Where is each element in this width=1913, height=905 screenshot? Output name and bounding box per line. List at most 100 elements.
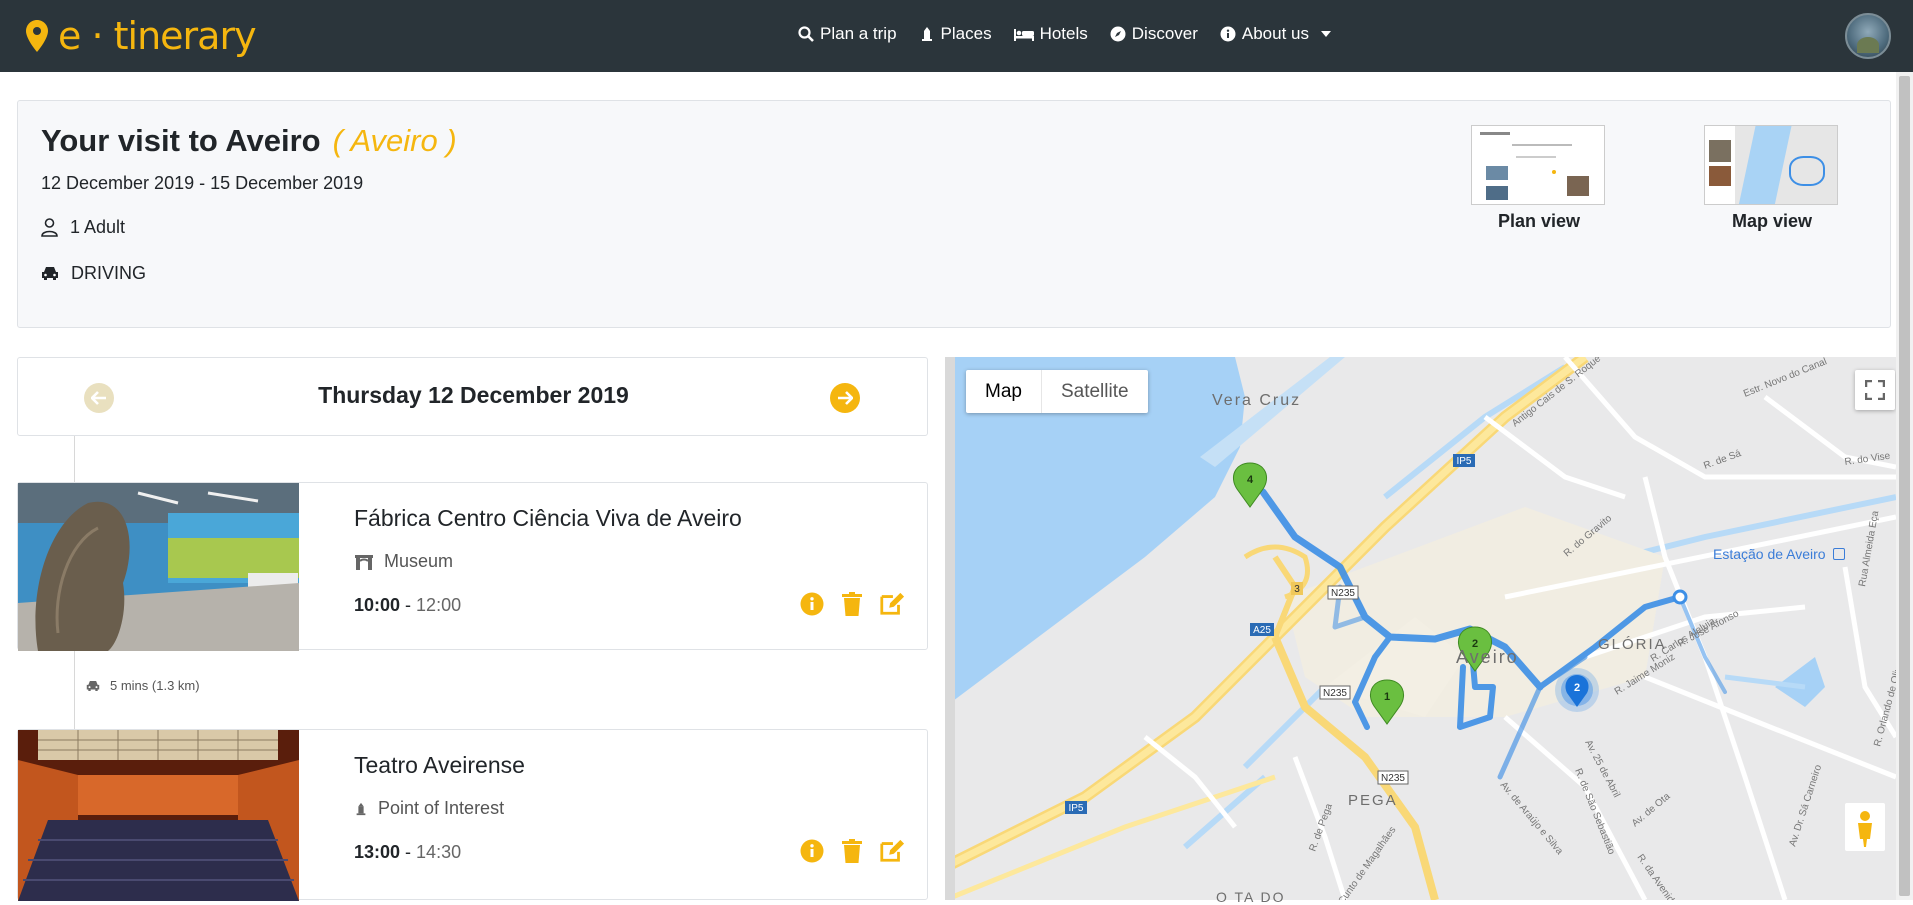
activity-card[interactable]: Teatro Aveirense Point of Interest 13:00… — [17, 729, 928, 901]
route-map[interactable]: IP5 A25 N235 N235 N235 IP5 3 Antigo Cais… — [945, 357, 1896, 900]
activity-category-label: Museum — [384, 551, 454, 571]
nav-menu: Plan a trip Places Hotels Discover About… — [798, 24, 1331, 44]
activity-actions — [799, 591, 905, 617]
map-type-map-button[interactable]: Map — [966, 370, 1041, 413]
activity-category-label: Point of Interest — [378, 798, 505, 818]
info-button[interactable] — [799, 838, 825, 864]
activity-category: Museum — [354, 551, 453, 572]
map-area-label: Vera Cruz — [1212, 392, 1302, 409]
map-view-button[interactable]: Map view — [1704, 125, 1840, 232]
map-city-label: Aveiro — [1456, 647, 1519, 667]
trip-city: ( Aveiro ) — [332, 123, 457, 158]
activity-image — [18, 730, 299, 901]
nav-plan-trip[interactable]: Plan a trip — [798, 24, 897, 44]
arrow-right-icon — [838, 391, 853, 405]
edit-button[interactable] — [879, 591, 905, 617]
navbar: e · tinerary Plan a trip Places Hotels D… — [0, 0, 1913, 72]
activity-start: 13:00 — [354, 842, 401, 862]
station-label[interactable]: Estação de Aveiro — [1713, 546, 1845, 562]
chevron-down-icon — [1321, 31, 1331, 37]
activity-start: 10:00 — [354, 595, 401, 615]
travel-info: 5 mins (1.3 km) — [86, 678, 200, 693]
trip-travellers-text: 1 Adult — [70, 217, 126, 237]
plan-view-label: Plan view — [1497, 211, 1581, 231]
page-scrollbar-thumb[interactable] — [1899, 76, 1910, 896]
activity-image — [18, 483, 299, 651]
map-view-label: Map view — [1731, 211, 1813, 231]
activity-name: Fábrica Centro Ciência Viva de Aveiro — [354, 505, 742, 531]
road-label: IP5 — [1068, 803, 1083, 814]
day-header: Thursday 12 December 2019 — [17, 357, 928, 436]
car-icon — [42, 267, 58, 280]
map-pin-icon — [26, 20, 48, 52]
map-view-thumbnail — [1704, 125, 1838, 205]
fullscreen-icon — [1865, 380, 1885, 400]
trash-icon — [842, 592, 862, 616]
delete-button[interactable] — [839, 591, 865, 617]
marker-label: 1 — [1384, 691, 1390, 703]
trash-icon — [842, 839, 862, 863]
activity-time: 10:00 - 12:00 — [354, 595, 462, 615]
nav-about-us[interactable]: About us — [1220, 24, 1331, 44]
activity-category: Point of Interest — [354, 798, 504, 819]
map-area-label: GLÓRIA — [1598, 636, 1667, 653]
edit-icon — [880, 839, 905, 862]
museum-icon — [355, 554, 373, 570]
map-cluster-marker[interactable]: 2 — [1555, 668, 1599, 712]
trip-dates: 12 December 2019 - 15 December 2019 — [41, 173, 364, 193]
travel-text: 5 mins (1.3 km) — [110, 678, 200, 693]
nav-discover[interactable]: Discover — [1110, 24, 1198, 44]
brand-name: e · tinerary — [58, 14, 257, 58]
marker-label: 4 — [1247, 474, 1254, 486]
marker-label: 2 — [1574, 682, 1580, 694]
nav-about-us-label: About us — [1241, 24, 1309, 43]
map-divider — [945, 357, 955, 900]
brand-logo[interactable]: e · tinerary — [26, 14, 257, 58]
station-name: Estação de Aveiro — [1713, 546, 1826, 562]
map-area-label: O TA DO — [1216, 889, 1286, 905]
delete-button[interactable] — [839, 838, 865, 864]
road-label: 3 — [1294, 584, 1300, 595]
trip-summary: Your visit to Aveiro ( Aveiro ) 12 Decemb… — [17, 100, 1891, 328]
activity-actions — [799, 838, 905, 864]
info-icon — [1220, 26, 1236, 42]
map-type-control: Map Satellite — [966, 370, 1148, 413]
pegman-control[interactable] — [1845, 803, 1885, 851]
edit-icon — [880, 592, 905, 615]
activity-card[interactable]: Fábrica Centro Ciência Viva de Aveiro Mu… — [17, 482, 928, 651]
page-title: Your visit to Aveiro ( Aveiro ) — [41, 123, 457, 159]
next-day-button[interactable] — [830, 383, 860, 413]
edit-button[interactable] — [879, 838, 905, 864]
map-type-satellite-button[interactable]: Satellite — [1040, 370, 1148, 413]
info-icon — [800, 592, 824, 616]
road-label: N235 — [1323, 688, 1347, 699]
landmark-icon — [921, 27, 932, 41]
trip-mode: DRIVING — [41, 263, 146, 284]
nav-hotels[interactable]: Hotels — [1013, 24, 1088, 44]
trip-mode-text: DRIVING — [71, 263, 147, 283]
user-avatar[interactable] — [1845, 13, 1891, 59]
info-button[interactable] — [799, 591, 825, 617]
trip-title: Your visit to Aveiro — [41, 123, 321, 158]
fullscreen-button[interactable] — [1855, 370, 1895, 410]
nav-places-label: Places — [940, 24, 992, 43]
trip-travellers: 1 Adult — [41, 217, 125, 238]
road-label: IP5 — [1456, 456, 1471, 467]
map-canvas[interactable]: IP5 A25 N235 N235 N235 IP5 3 Antigo Cais… — [945, 357, 1896, 900]
activity-end: 12:00 — [416, 595, 462, 615]
map-area-label: PEGA — [1348, 792, 1398, 809]
bed-icon — [1013, 29, 1034, 41]
train-icon — [1832, 548, 1845, 560]
nav-places[interactable]: Places — [919, 24, 992, 44]
road-label: N235 — [1331, 588, 1355, 599]
user-icon — [41, 218, 58, 237]
plan-view-button[interactable]: Plan view — [1471, 125, 1607, 232]
info-icon — [800, 839, 824, 863]
search-icon — [798, 26, 814, 42]
activity-name: Teatro Aveirense — [354, 752, 525, 778]
activity-end: 14:30 — [416, 842, 462, 862]
compass-icon — [1110, 26, 1126, 42]
road-label: N235 — [1381, 773, 1405, 784]
plan-view-thumbnail — [1471, 125, 1605, 205]
day-title: Thursday 12 December 2019 — [318, 382, 629, 408]
